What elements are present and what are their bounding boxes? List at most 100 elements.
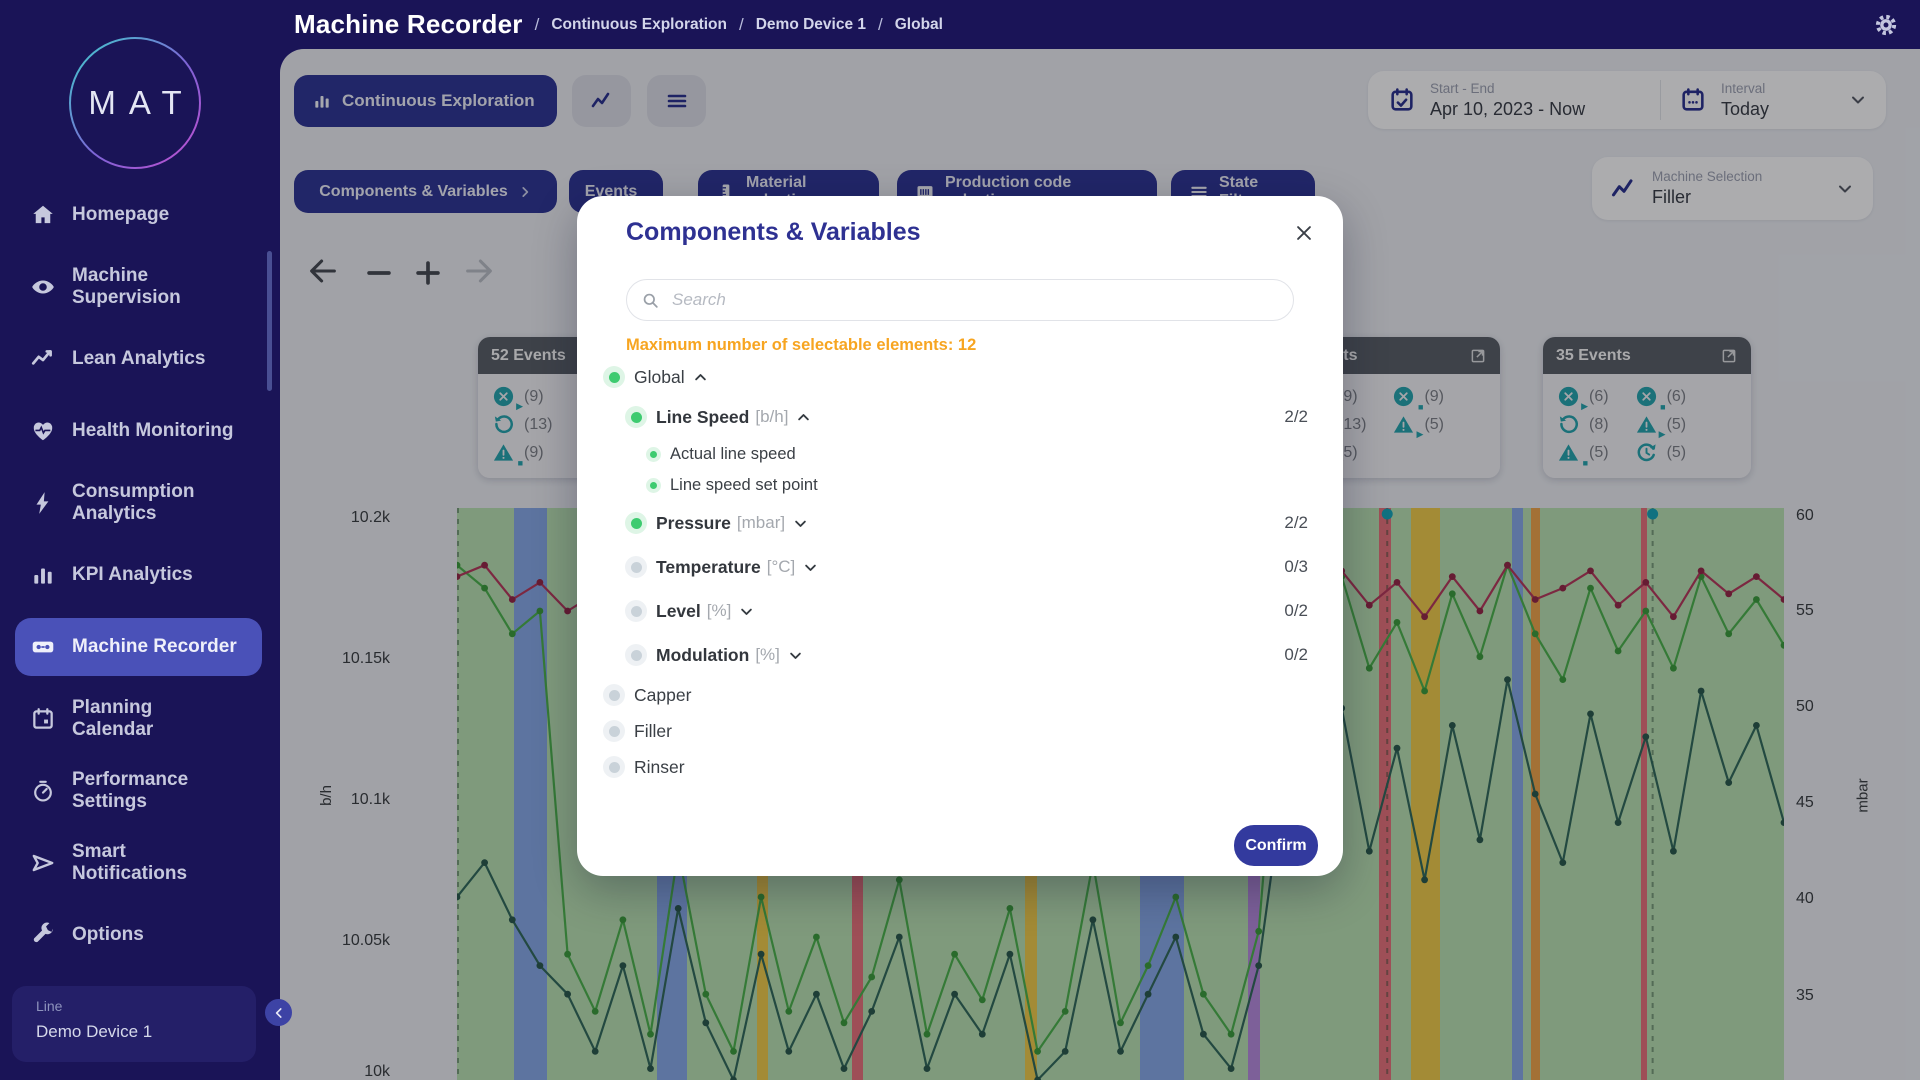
sidebar-item-options[interactable]: Options <box>0 899 280 971</box>
home-icon <box>30 202 56 228</box>
selection-count: 0/2 <box>1284 601 1308 621</box>
tree-item-label: Level <box>656 601 701 622</box>
sidebar-item-health-monitoring[interactable]: Health Monitoring <box>0 395 280 467</box>
close-icon[interactable] <box>1293 222 1315 244</box>
tree-item-unit: [°C] <box>767 557 796 577</box>
sidebar-item-machine-recorder[interactable]: Machine Recorder <box>0 611 280 683</box>
tree-item-label: Filler <box>634 721 672 742</box>
breadcrumb-global[interactable]: Global <box>895 16 943 34</box>
sidebar-item-machine-supervision[interactable]: Machine Supervision <box>0 251 280 323</box>
settings-gear-icon[interactable] <box>1872 11 1900 39</box>
tree-item-label: Rinser <box>634 757 685 778</box>
chevron-down-icon[interactable] <box>803 560 818 575</box>
page-title: Machine Recorder <box>294 9 523 40</box>
sidebar: MAT Homepage Machine Supervision Lean Anal… <box>0 0 280 1080</box>
bolt-icon <box>30 490 56 516</box>
sidebar-item-lean-analytics[interactable]: Lean Analytics <box>0 323 280 395</box>
tree-item-unit: [b/h] <box>755 407 788 427</box>
wrench-icon <box>30 922 56 948</box>
sidebar-item-homepage[interactable]: Homepage <box>0 179 280 251</box>
sidebar-item-performance-settings[interactable]: Performance Settings <box>0 755 280 827</box>
line-value: Demo Device 1 <box>36 1022 256 1042</box>
tree-item-pressure[interactable]: Pressure[mbar]2/2 <box>577 501 1343 545</box>
sidebar-item-label: Smart Notifications <box>72 841 237 886</box>
line-label: Line <box>36 998 256 1014</box>
sidebar-item-label: Machine Supervision <box>72 265 237 310</box>
radio-selected[interactable] <box>603 366 625 388</box>
sidebar-item-smart-notifications[interactable]: Smart Notifications <box>0 827 280 899</box>
radio-unselected[interactable] <box>625 556 647 578</box>
tree-item-actual-line-speed[interactable]: Actual line speed <box>577 439 1343 470</box>
radio-unselected[interactable] <box>603 684 625 706</box>
sidebar-item-label: Performance Settings <box>72 769 237 814</box>
chevron-up-icon[interactable] <box>796 410 811 425</box>
selection-count: 0/2 <box>1284 645 1308 665</box>
max-selectable-warning: Maximum number of selectable elements: 1… <box>626 336 976 355</box>
tree-item-label: Global <box>634 367 685 388</box>
sidebar-item-label: Lean Analytics <box>72 348 237 370</box>
sidebar-item-consumption-analytics[interactable]: Consumption Analytics <box>0 467 280 539</box>
breadcrumb-demo-device[interactable]: Demo Device 1 <box>756 16 866 34</box>
chevron-down-icon[interactable] <box>739 604 754 619</box>
mat-logo: MAT <box>68 36 202 170</box>
eye-icon <box>30 274 56 300</box>
radio-unselected[interactable] <box>625 644 647 666</box>
chevron-down-icon[interactable] <box>788 648 803 663</box>
tree-item-line-speed-set-point[interactable]: Line speed set point <box>577 470 1343 501</box>
selection-count: 2/2 <box>1284 407 1308 427</box>
sidebar-item-label: Machine Recorder <box>72 636 237 658</box>
tree-item-label: Modulation <box>656 645 749 666</box>
tree-item-label: Line Speed <box>656 407 749 428</box>
radio-unselected[interactable] <box>625 600 647 622</box>
sidebar-scrollbar[interactable] <box>267 251 272 391</box>
search-input[interactable] <box>670 289 1279 311</box>
topbar: Machine Recorder / Continuous Exploratio… <box>0 0 1920 49</box>
heart-icon <box>30 418 56 444</box>
confirm-button[interactable]: Confirm <box>1234 825 1318 866</box>
sidebar-item-label: Health Monitoring <box>72 420 237 442</box>
modal-title: Components & Variables <box>626 218 921 247</box>
tree-item-temperature[interactable]: Temperature[°C]0/3 <box>577 545 1343 589</box>
radio-selected[interactable] <box>646 478 661 493</box>
radio-selected[interactable] <box>625 512 647 534</box>
radio-selected[interactable] <box>625 406 647 428</box>
calendar-icon <box>30 706 56 732</box>
tree-item-global[interactable]: Global <box>577 359 1343 395</box>
sidebar-item-planning-calendar[interactable]: Planning Calendar <box>0 683 280 755</box>
breadcrumb-continuous-exploration[interactable]: Continuous Exploration <box>551 16 727 34</box>
chevron-up-icon[interactable] <box>693 370 708 385</box>
gauge-icon <box>30 778 56 804</box>
app-root: Machine Recorder / Continuous Exploratio… <box>0 0 1920 1080</box>
bars-icon <box>30 562 56 588</box>
tree-item-unit: [%] <box>707 601 732 621</box>
radio-selected[interactable] <box>646 447 661 462</box>
radio-unselected[interactable] <box>603 756 625 778</box>
tree-item-capper[interactable]: Capper <box>577 677 1343 713</box>
logo-text: MAT <box>68 36 202 170</box>
tree-item-unit: [mbar] <box>737 513 785 533</box>
tree-item-label: Temperature <box>656 557 761 578</box>
chevron-down-icon[interactable] <box>793 516 808 531</box>
search-field <box>626 279 1294 321</box>
tree-item-label: Capper <box>634 685 691 706</box>
tree-item-filler[interactable]: Filler <box>577 713 1343 749</box>
tree-item-modulation[interactable]: Modulation[%]0/2 <box>577 633 1343 677</box>
sidebar-item-label: Homepage <box>72 204 237 226</box>
sidebar-collapse-button[interactable] <box>265 999 292 1026</box>
search-icon <box>641 291 660 310</box>
line-selector-card[interactable]: Line Demo Device 1 <box>12 986 256 1062</box>
tree-item-label: Actual line speed <box>670 445 796 464</box>
sidebar-nav: Homepage Machine Supervision Lean Analytic… <box>0 179 280 971</box>
tree-item-level[interactable]: Level [%] 0/2 <box>577 589 1343 633</box>
tree-item-rinser[interactable]: Rinser <box>577 749 1343 785</box>
sidebar-item-kpi-analytics[interactable]: KPI Analytics <box>0 539 280 611</box>
tree-item-label: Pressure <box>656 513 731 534</box>
trend-icon <box>30 346 56 372</box>
tree-item-label: Line speed set point <box>670 476 818 495</box>
tree-item-line-speed[interactable]: Line Speed [b/h] 2/2 <box>577 395 1343 439</box>
send-icon <box>30 850 56 876</box>
breadcrumb-separator: / <box>535 15 540 35</box>
radio-unselected[interactable] <box>603 720 625 742</box>
sidebar-item-label: Options <box>72 924 237 946</box>
components-variables-modal: Components & Variables Maximum number of… <box>577 196 1343 876</box>
